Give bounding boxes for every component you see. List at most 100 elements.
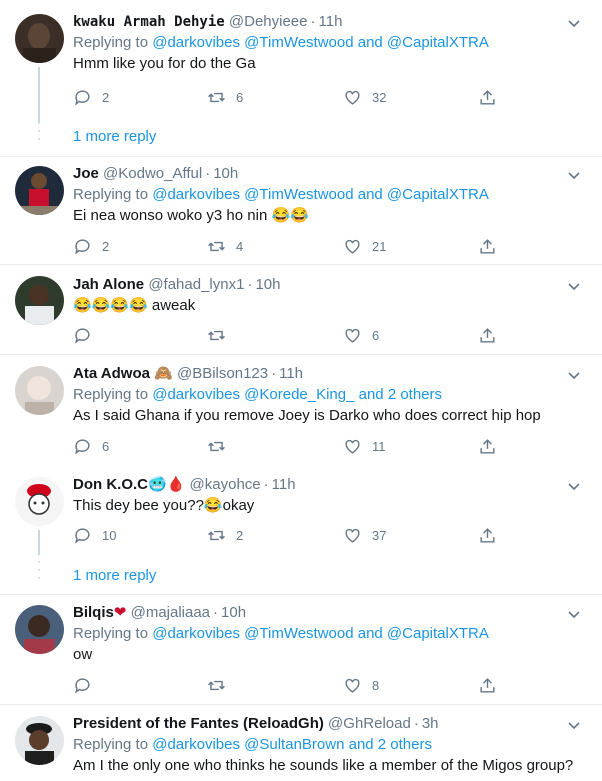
thread-line xyxy=(38,530,40,555)
avatar[interactable] xyxy=(15,605,64,654)
more-replies-link[interactable]: 1 more reply xyxy=(0,557,602,597)
chevron-down-icon[interactable] xyxy=(566,167,582,183)
like-button[interactable]: 32 xyxy=(343,86,386,108)
share-icon xyxy=(480,677,495,693)
tweet-actions: 6 xyxy=(73,324,513,346)
display-name[interactable]: Ata Adwoa xyxy=(73,365,150,382)
reply-button[interactable]: 6 xyxy=(73,435,109,457)
chevron-down-icon[interactable] xyxy=(566,367,582,383)
tweet-card[interactable]: Ata Adwoa 🙈 @BBilson123 · 11h Replying to … xyxy=(0,364,602,460)
display-name[interactable]: President of the Fantes (ReloadGh) xyxy=(73,715,324,732)
display-name[interactable]: Don K.O.C xyxy=(73,476,148,493)
reply-count: 2 xyxy=(102,238,110,254)
name-emoji: 🥶🩸 xyxy=(148,476,186,493)
handle[interactable]: @majaliaaa xyxy=(131,604,210,621)
share-icon xyxy=(480,327,495,343)
retweet-icon xyxy=(208,680,225,690)
handle[interactable]: @Dehyieee xyxy=(229,13,308,30)
divider xyxy=(0,354,602,355)
chevron-down-icon[interactable] xyxy=(566,717,582,733)
timestamp[interactable]: 3h xyxy=(422,715,439,732)
share-button[interactable] xyxy=(478,324,497,346)
tweet-text: Hmm like you for do the Ga xyxy=(73,55,256,72)
retweet-button[interactable] xyxy=(207,435,236,457)
like-button[interactable]: 11 xyxy=(343,435,386,457)
reply-button[interactable]: 2 xyxy=(73,86,109,108)
avatar[interactable] xyxy=(15,14,64,63)
share-button[interactable] xyxy=(478,435,497,457)
tweet-text: ow xyxy=(73,646,93,663)
like-button[interactable]: 6 xyxy=(343,324,379,346)
retweet-icon xyxy=(208,441,225,451)
retweet-button[interactable] xyxy=(207,674,236,696)
tweet-card[interactable]: Bilqis❤ @majaliaaa · 10h Replying to @dark… xyxy=(0,603,602,699)
avatar[interactable] xyxy=(15,716,64,765)
retweet-button[interactable]: 4 xyxy=(207,235,243,257)
tweet-card[interactable]: Don K.O.C🥶🩸 @kayohce · 11h This dey bee yo… xyxy=(0,475,602,555)
handle[interactable]: @BBilson123 xyxy=(177,365,268,382)
replying-to-link[interactable]: @darkovibes @TimWestwood and @CapitalXTR… xyxy=(152,625,489,642)
handle[interactable]: @kayohce xyxy=(190,476,261,493)
more-replies-link[interactable]: 1 more reply xyxy=(0,118,602,158)
timestamp[interactable]: 10h xyxy=(221,604,246,621)
name-emoji: 🙈 xyxy=(154,365,173,382)
tweet-card[interactable]: kwaku Armah Dehyie @Dehyieee · 11h Replyin… xyxy=(0,12,602,122)
retweet-button[interactable] xyxy=(207,324,236,346)
tweet-card[interactable]: Jah Alone @fahad_lynx1 · 10h 😂😂😂😂 aweak 6 xyxy=(0,275,602,349)
avatar[interactable] xyxy=(15,477,64,526)
tweet-text: This dey bee you??😂okay xyxy=(73,497,255,514)
replying-to-link[interactable]: @darkovibes @TimWestwood and @CapitalXTR… xyxy=(152,34,489,51)
display-name[interactable]: Joe xyxy=(73,165,99,182)
timestamp[interactable]: 11h xyxy=(279,365,303,382)
chevron-down-icon[interactable] xyxy=(566,15,582,31)
share-button[interactable] xyxy=(478,235,497,257)
replying-to-link[interactable]: @darkovibes @TimWestwood and @CapitalXTR… xyxy=(152,186,489,203)
retweet-count: 6 xyxy=(236,89,244,105)
like-button[interactable]: 8 xyxy=(343,674,379,696)
avatar[interactable] xyxy=(15,166,64,215)
share-icon xyxy=(480,89,495,105)
share-button[interactable] xyxy=(478,674,497,696)
reply-button[interactable] xyxy=(73,674,102,696)
replying-to-link[interactable]: @darkovibes @Korede_King_ and 2 others xyxy=(152,386,442,403)
retweet-button[interactable]: 6 xyxy=(207,86,243,108)
reply-count: 2 xyxy=(102,89,110,105)
reply-count: 10 xyxy=(102,527,117,543)
more-replies-label[interactable]: 1 more reply xyxy=(73,566,156,586)
like-button[interactable]: 37 xyxy=(343,524,386,546)
display-name[interactable]: Bilqis xyxy=(73,604,114,621)
retweet-button[interactable]: 2 xyxy=(207,524,243,546)
more-replies-label[interactable]: 1 more reply xyxy=(73,127,156,147)
share-button[interactable] xyxy=(478,524,497,546)
tweet-card[interactable]: President of the Fantes (ReloadGh) @GhRe… xyxy=(0,714,602,781)
like-button[interactable]: 21 xyxy=(343,235,386,257)
chevron-down-icon[interactable] xyxy=(566,278,582,294)
tweet-header: Bilqis❤ @majaliaaa · 10h xyxy=(73,604,247,621)
thread-dots xyxy=(37,561,41,587)
replying-to-link[interactable]: @darkovibes @SultanBrown and 2 others xyxy=(152,736,432,753)
timestamp[interactable]: 11h xyxy=(319,13,343,30)
chevron-down-icon[interactable] xyxy=(566,478,582,494)
avatar[interactable] xyxy=(15,276,64,325)
display-name[interactable]: Jah Alone xyxy=(73,276,144,293)
share-icon xyxy=(480,438,495,454)
chevron-down-icon[interactable] xyxy=(566,606,582,622)
handle[interactable]: @fahad_lynx1 xyxy=(148,276,244,293)
timestamp[interactable]: 11h xyxy=(272,476,296,493)
timestamp[interactable]: 10h xyxy=(213,165,238,182)
like-count: 8 xyxy=(372,677,380,693)
reply-button[interactable]: 2 xyxy=(73,235,109,257)
heart-icon xyxy=(345,239,360,254)
display-name[interactable]: kwaku Armah Dehyie xyxy=(73,14,225,30)
avatar[interactable] xyxy=(15,366,64,415)
emoji: 😂 xyxy=(203,497,223,514)
handle[interactable]: @Kodwo_Afful xyxy=(103,165,202,182)
tweet-card[interactable]: Joe @Kodwo_Afful · 10h Replying to @darkov… xyxy=(0,164,602,258)
tweet-header: Joe @Kodwo_Afful · 10h xyxy=(73,165,239,182)
timestamp[interactable]: 10h xyxy=(255,276,280,293)
handle[interactable]: @GhReload xyxy=(328,715,411,732)
tweet-header: Ata Adwoa 🙈 @BBilson123 · 11h xyxy=(73,365,304,382)
reply-button[interactable]: 10 xyxy=(73,524,116,546)
reply-button[interactable] xyxy=(73,324,102,346)
share-button[interactable] xyxy=(478,86,497,108)
